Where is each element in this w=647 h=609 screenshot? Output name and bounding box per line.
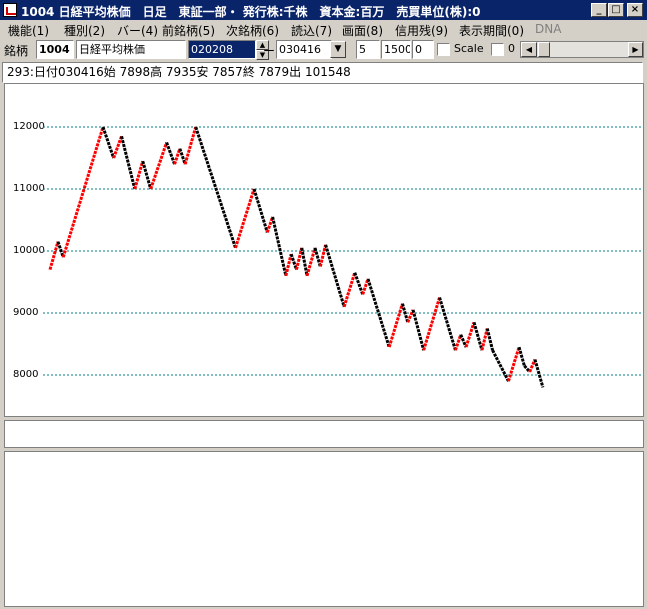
price-segment-down xyxy=(194,126,237,249)
price-segment-up xyxy=(507,346,521,382)
price-chart-svg xyxy=(43,126,643,388)
menu-bar: 機能(1) 種別(2) バー(4) 前銘柄(5) 次銘柄(6) 読込(7) 画面… xyxy=(0,20,647,39)
menu-bar-type[interactable]: バー(4) xyxy=(117,22,158,39)
price-segment-up xyxy=(61,126,105,258)
scroll-thumb[interactable] xyxy=(538,42,550,57)
price-segment-up xyxy=(48,241,60,271)
stock-label: 銘柄 xyxy=(4,44,29,58)
window-title: 1004 日経平均株価 日足 東証一部・ 発行株:千株 資本金:百万 売買単位(… xyxy=(21,5,481,19)
scroll-right-icon[interactable]: ▶ xyxy=(628,42,643,57)
end-date-select[interactable]: 030416 xyxy=(276,40,332,59)
price-segment-up xyxy=(173,148,182,165)
price-segment-down xyxy=(438,297,457,351)
price-segment-down xyxy=(517,346,526,367)
stock-code-input[interactable]: 1004 xyxy=(36,40,74,59)
menu-type[interactable]: 種別(2) xyxy=(64,22,105,39)
menu-screen[interactable]: 画面(8) xyxy=(342,22,383,39)
price-segment-up xyxy=(112,135,123,159)
price-segment-down xyxy=(252,188,269,233)
menu-prev-stock[interactable]: 前銘柄(5) xyxy=(162,22,215,39)
minimize-button[interactable]: _ xyxy=(591,3,607,17)
period-field-2[interactable]: 1500 xyxy=(381,40,411,59)
scroll-left-icon[interactable]: ◀ xyxy=(521,42,537,57)
price-segment-up xyxy=(318,244,328,267)
scale-value: 0 xyxy=(508,42,515,55)
volume-pane xyxy=(4,420,644,448)
price-segment-down xyxy=(533,359,545,388)
price-segment-down xyxy=(491,349,510,382)
price-segment-up xyxy=(342,272,357,308)
price-segment-down xyxy=(120,135,137,190)
period-field-3[interactable]: 0 xyxy=(412,40,434,59)
price-segment-up xyxy=(387,303,404,348)
price-segment-up xyxy=(480,328,489,351)
period-field-1[interactable]: 5 xyxy=(356,40,380,59)
menu-dna: DNA xyxy=(535,22,562,36)
title-bar: 1004 日経平均株価 日足 東証一部・ 発行株:千株 資本金:百万 売買単位(… xyxy=(0,0,647,20)
price-segment-down xyxy=(165,141,176,165)
price-segment-down xyxy=(485,328,495,351)
price-chart-pane: 12000 11000 10000 9000 8000 xyxy=(4,83,644,417)
menu-margin-balance[interactable]: 信用残(9) xyxy=(395,22,448,39)
price-segment-up xyxy=(149,142,169,190)
price-segment-up xyxy=(305,247,317,277)
menu-function[interactable]: 機能(1) xyxy=(8,22,49,39)
start-date-input[interactable]: 020208 xyxy=(188,40,256,59)
price-segment-down xyxy=(324,244,346,308)
price-segment-up xyxy=(133,160,145,190)
price-segment-up xyxy=(422,297,441,351)
price-segment-up xyxy=(234,188,256,249)
menu-load[interactable]: 読込(7) xyxy=(291,22,332,39)
price-segment-down xyxy=(411,309,426,351)
toolbar: 銘柄 1004 日経平均株価 020208 ▲ ▼ ー 030416 ▼ 5 1… xyxy=(0,39,647,61)
price-segment-up xyxy=(464,321,476,348)
price-segment-down xyxy=(101,126,116,159)
menu-display-period[interactable]: 表示期間(0) xyxy=(459,22,524,39)
end-date-dropdown-icon[interactable]: ▼ xyxy=(330,41,346,58)
scale-label: Scale xyxy=(454,42,484,55)
price-segment-up xyxy=(454,334,463,351)
price-segment-down xyxy=(300,247,309,277)
price-segment-down xyxy=(472,321,484,351)
stock-name-field: 日経平均株価 xyxy=(76,40,186,59)
price-segment-down xyxy=(353,272,365,295)
price-segment-down xyxy=(141,160,153,190)
app-icon xyxy=(3,3,17,17)
indicator-pane xyxy=(4,451,644,607)
maximize-button[interactable]: □ xyxy=(608,3,624,17)
ohlc-info-line: 293:日付030416始 7898高 7935安 7857終 7879出 10… xyxy=(2,62,643,83)
price-segment-up xyxy=(183,126,198,165)
menu-next-stock[interactable]: 次銘柄(6) xyxy=(226,22,279,39)
close-button[interactable]: × xyxy=(627,3,643,17)
price-segment-down xyxy=(271,216,288,277)
scale-checkbox[interactable] xyxy=(437,43,450,56)
scale-value-checkbox[interactable] xyxy=(491,43,504,56)
date-range-dash: ー xyxy=(263,44,276,58)
